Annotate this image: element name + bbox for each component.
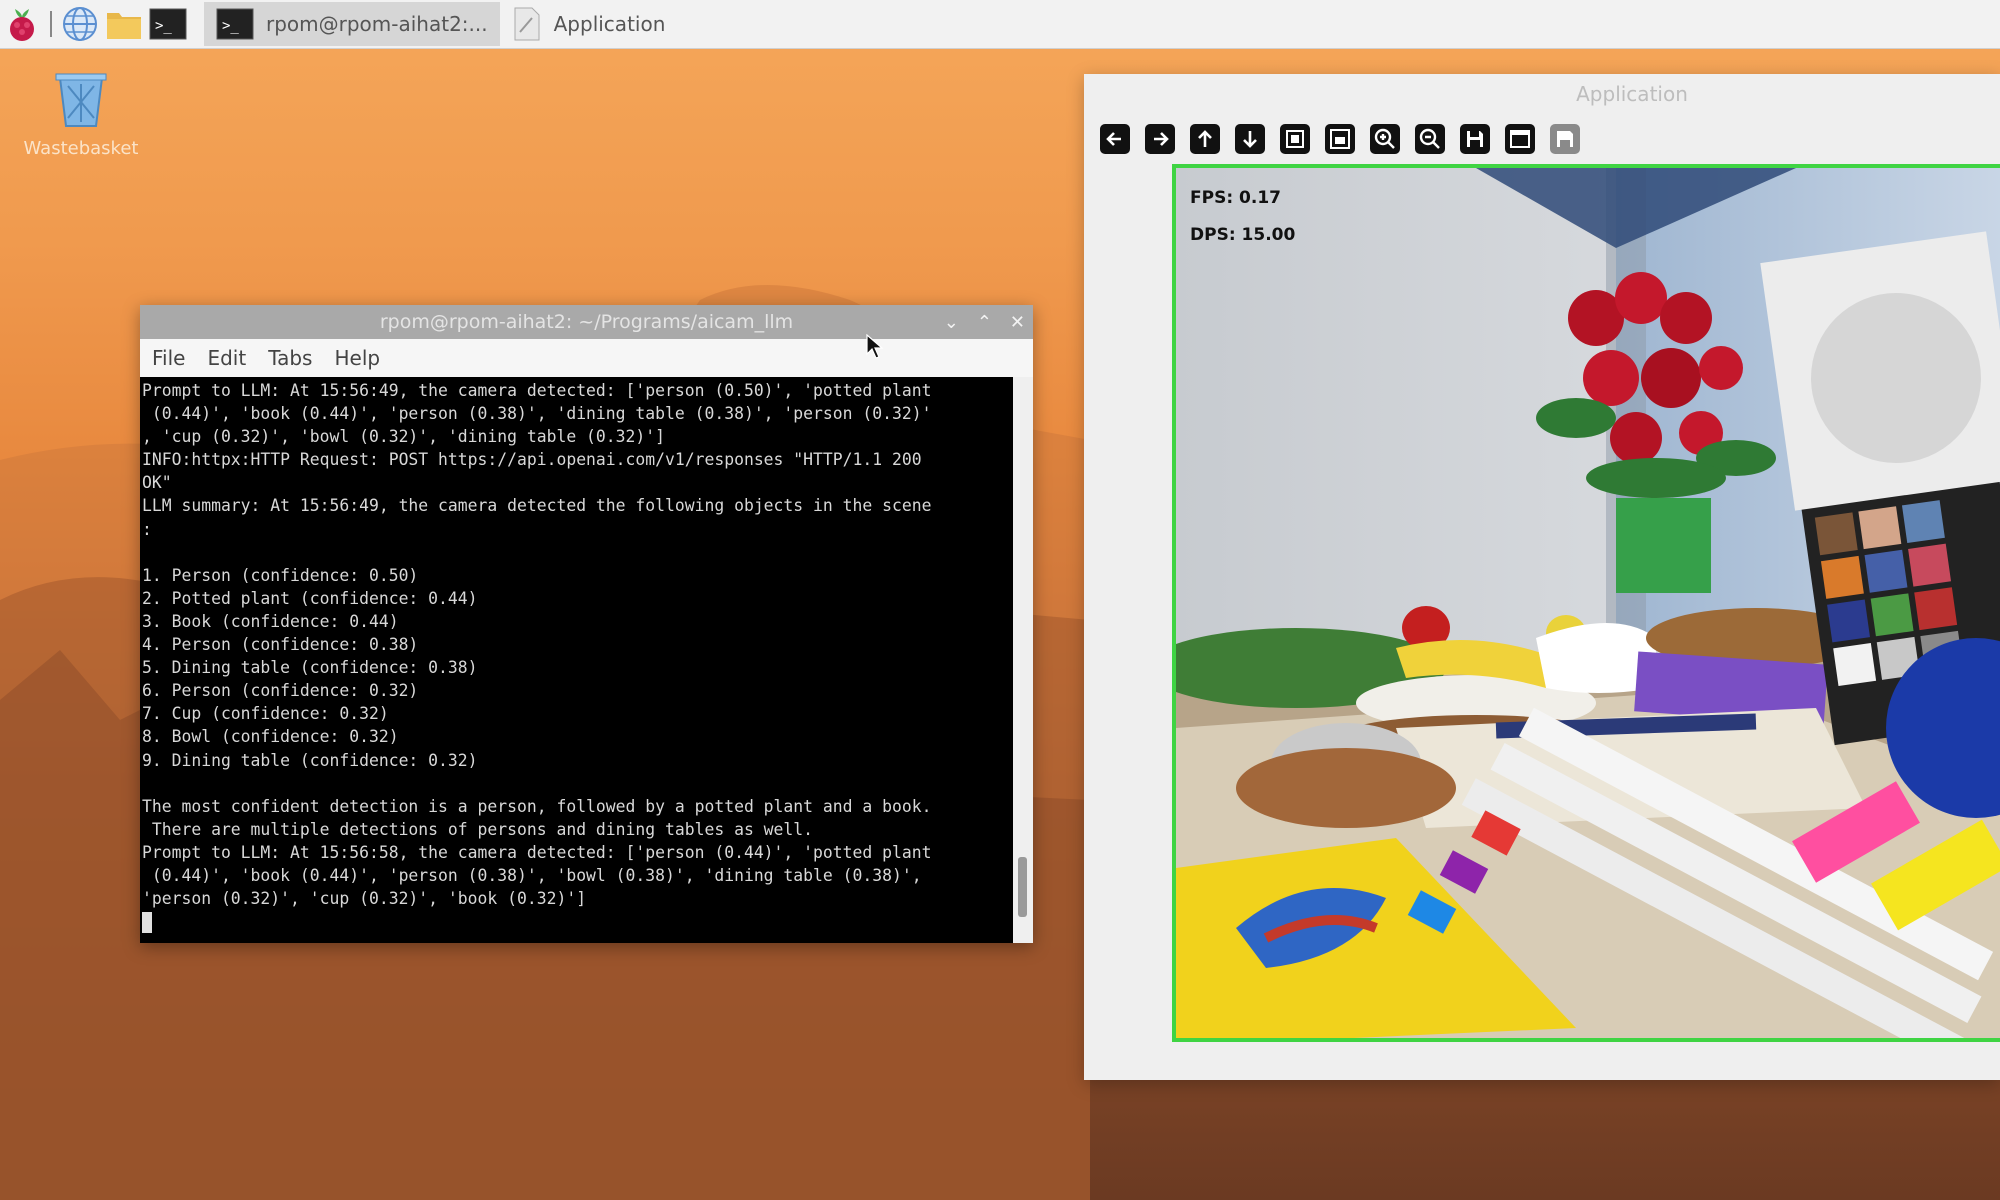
trash-icon [55, 73, 107, 127]
camera-scene-image [1176, 168, 2000, 1038]
terminal-line: 6. Person (confidence: 0.32) [142, 681, 419, 701]
zoom-out-icon[interactable] [1411, 120, 1449, 158]
svg-text:>_: >_ [155, 18, 172, 34]
task-terminal[interactable]: >_ rpom@rpom-aihat2:... [204, 2, 500, 46]
wastebasket-label: Wastebasket [23, 138, 139, 159]
terminal-output[interactable]: Prompt to LLM: At 15:56:49, the camera d… [140, 377, 1013, 943]
application-title[interactable]: Application [1084, 74, 2000, 114]
taskbar: >_ >_ rpom@rpom-aihat2:... Application [0, 0, 2000, 49]
terminal-line: (0.44)', 'book (0.44)', 'person (0.38)',… [151, 404, 932, 424]
terminal-line: Prompt to LLM: At 15:56:58, the camera d… [142, 842, 932, 862]
menu-help[interactable]: Help [334, 346, 380, 370]
terminal-icon: >_ [216, 8, 254, 40]
task-label: rpom@rpom-aihat2:... [266, 12, 488, 36]
fps-readout: FPS: 0.17 [1190, 188, 1281, 208]
terminal-line: Prompt to LLM: At 15:56:49, the camera d… [142, 381, 932, 400]
window-icon[interactable] [1501, 120, 1539, 158]
application-window: Application FPS: 0.17 DPS: 15.00 [1084, 74, 2000, 1080]
save-icon[interactable] [1456, 120, 1494, 158]
terminal-line: 9. Dining table (confidence: 0.32) [142, 750, 478, 770]
application-toolbar [1096, 114, 1584, 164]
terminal-text: Prompt to LLM: At 15:56:49, the camera d… [140, 377, 1013, 935]
terminal-menubar: File Edit Tabs Help [140, 339, 1033, 377]
file-manager-icon[interactable] [102, 2, 146, 46]
terminal-line: 4. Person (confidence: 0.38) [142, 635, 419, 655]
close-icon[interactable]: ✕ [1010, 312, 1025, 333]
arrow-right-icon[interactable] [1141, 120, 1179, 158]
menu-edit[interactable]: Edit [207, 346, 246, 370]
terminal-line: 8. Bowl (confidence: 0.32) [142, 727, 399, 747]
task-label: Application [553, 12, 666, 36]
svg-text:>_: >_ [222, 18, 239, 34]
document-icon [514, 7, 540, 41]
terminal-line: OK" [142, 473, 172, 493]
terminal-line: 2. Potted plant (confidence: 0.44) [142, 588, 478, 608]
terminal-icon[interactable]: >_ [146, 2, 190, 46]
terminal-title: rpom@rpom-aihat2: ~/Programs/aicam_llm [379, 311, 794, 333]
mouse-pointer-icon [866, 334, 884, 359]
terminal-line: (0.44)', 'book (0.44)', 'person (0.38)',… [151, 865, 922, 885]
terminal-line: LLM summary: At 15:56:49, the camera det… [142, 496, 932, 516]
dps-readout: DPS: 15.00 [1190, 225, 1296, 245]
minimize-icon[interactable]: ⌄ [944, 312, 959, 333]
terminal-line: There are multiple detections of persons… [151, 819, 814, 839]
crop-icon[interactable] [1321, 120, 1359, 158]
maximize-icon[interactable]: ⌃ [977, 312, 992, 333]
terminal-window: rpom@rpom-aihat2: ~/Programs/aicam_llm ⌄… [140, 305, 1033, 943]
arrow-down-icon[interactable] [1231, 120, 1269, 158]
terminal-scrollbar[interactable] [1013, 377, 1033, 943]
menu-tabs[interactable]: Tabs [268, 346, 312, 370]
raspberry-menu-icon[interactable] [0, 2, 44, 46]
web-browser-icon[interactable] [58, 2, 102, 46]
scrollbar-thumb[interactable] [1018, 857, 1027, 917]
zoom-rect-icon[interactable] [1276, 120, 1314, 158]
terminal-line: : [142, 519, 152, 539]
terminal-cursor [142, 912, 152, 934]
terminal-line: 5. Dining table (confidence: 0.38) [142, 658, 478, 678]
arrow-left-icon[interactable] [1096, 120, 1134, 158]
save-alt-icon[interactable] [1546, 120, 1584, 158]
task-application[interactable]: Application [500, 2, 678, 46]
camera-view[interactable]: FPS: 0.17 DPS: 15.00 [1172, 164, 2000, 1042]
taskbar-separator [50, 11, 52, 37]
terminal-line: INFO:httpx:HTTP Request: POST https://ap… [142, 450, 922, 470]
terminal-line: The most confident detection is a person… [142, 796, 932, 816]
terminal-line: 1. Person (confidence: 0.50) [142, 565, 419, 585]
terminal-line: 3. Book (confidence: 0.44) [142, 611, 399, 631]
zoom-in-icon[interactable] [1366, 120, 1404, 158]
terminal-line: 7. Cup (confidence: 0.32) [142, 704, 389, 724]
arrow-up-icon[interactable] [1186, 120, 1224, 158]
wastebasket-desktop-icon[interactable]: Wastebasket [16, 68, 146, 159]
terminal-line: 'person (0.32)', 'cup (0.32)', 'book (0.… [142, 889, 587, 909]
terminal-line: , 'cup (0.32)', 'bowl (0.32)', 'dining t… [142, 427, 666, 447]
menu-file[interactable]: File [152, 346, 185, 370]
terminal-titlebar[interactable]: rpom@rpom-aihat2: ~/Programs/aicam_llm ⌄… [140, 305, 1033, 339]
